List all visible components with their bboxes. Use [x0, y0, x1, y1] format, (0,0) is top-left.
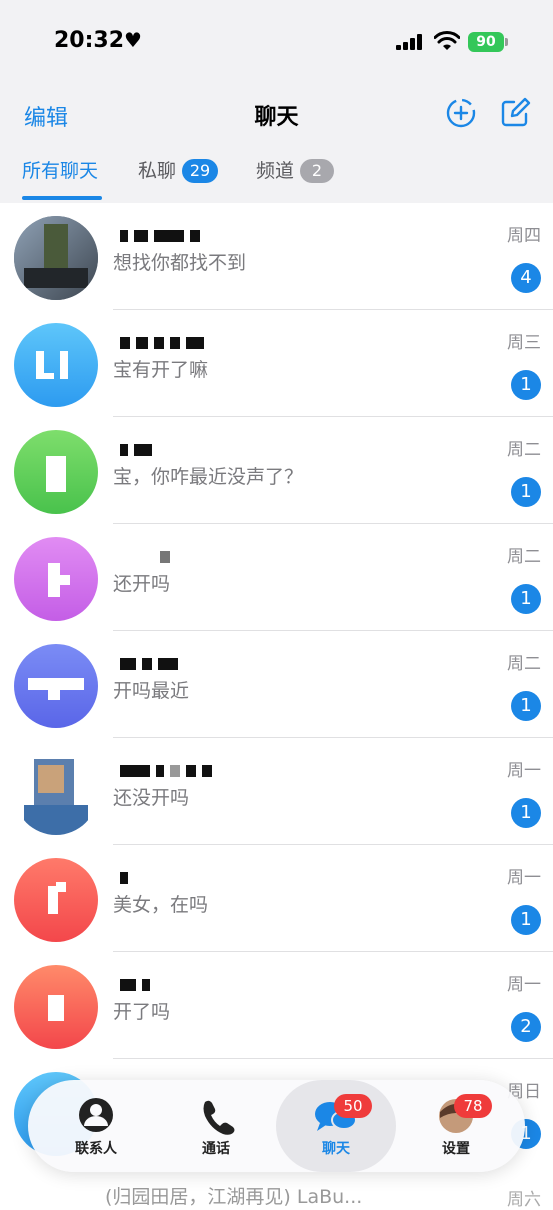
message-preview: 开了吗: [113, 1001, 171, 1023]
chat-row[interactable]: 还开吗 周二 1: [0, 524, 553, 631]
unread-badge: 1: [511, 798, 541, 828]
avatar: [14, 537, 98, 621]
avatar: [14, 323, 98, 407]
message-preview: 想找你都找不到: [113, 252, 247, 274]
tab-private-label: 私聊: [138, 160, 177, 182]
chat-row[interactable]: 开吗最近 周二 1: [0, 631, 553, 738]
message-preview: 还开吗: [113, 573, 171, 595]
unread-badge: 1: [511, 477, 541, 507]
status-bar: 20:32 ♥ 90: [0, 26, 553, 60]
message-day: 周一: [507, 975, 541, 995]
unread-badge: 1: [511, 691, 541, 721]
battery-indicator: 90: [468, 32, 504, 52]
partial-chat-day: 周六: [507, 1190, 541, 1210]
message-preview: 开吗最近: [113, 680, 190, 702]
avatar: [14, 751, 98, 835]
redacted-name: [120, 974, 156, 992]
tab-settings-badge: 78: [454, 1094, 492, 1118]
contacts-icon: [79, 1098, 113, 1132]
top-area: 20:32 ♥ 90 聊天 编辑 所有聊天 私聊 29 频道 2: [0, 0, 553, 203]
tab-calls[interactable]: 通话: [156, 1080, 276, 1172]
tab-all-chats-label: 所有聊天: [22, 160, 99, 182]
avatar: [14, 858, 98, 942]
new-story-icon[interactable]: [444, 96, 478, 130]
tab-channels-label: 频道: [256, 160, 295, 182]
message-day: 周一: [507, 868, 541, 888]
tab-channels[interactable]: 频道 2: [256, 156, 335, 183]
wifi-icon: [434, 31, 460, 50]
message-day: 周一: [507, 761, 541, 781]
redacted-name: [120, 760, 218, 778]
battery-tip: [505, 38, 508, 46]
unread-badge: 4: [511, 263, 541, 293]
tab-settings[interactable]: 78 设置: [396, 1080, 516, 1172]
redacted-name: [120, 546, 176, 564]
unread-badge: 1: [511, 584, 541, 614]
status-time: 20:32: [54, 28, 125, 53]
tab-contacts-label: 联系人: [75, 1141, 117, 1157]
redacted-name: [120, 867, 134, 885]
tab-chats-badge: 50: [334, 1094, 372, 1118]
unread-badge: 1: [511, 905, 541, 935]
bottom-tab-bar: 联系人 通话 50 聊天 78 设置: [28, 1080, 525, 1172]
chat-row[interactable]: 美女，在吗 周一 1: [0, 845, 553, 952]
avatar: [14, 965, 98, 1049]
battery-level: 90: [476, 34, 496, 50]
message-preview: 宝，你咋最近没声了？: [113, 466, 304, 488]
redacted-name: [120, 439, 158, 457]
active-tab-indicator: [22, 196, 102, 200]
tab-calls-label: 通话: [202, 1141, 230, 1157]
tab-chats[interactable]: 50 聊天: [276, 1080, 396, 1172]
avatar: [14, 644, 98, 728]
chat-row[interactable]: 想找你都找不到 周四 4: [0, 203, 553, 310]
chat-row[interactable]: 还没开吗 周一 1: [0, 738, 553, 845]
tab-chats-label: 聊天: [322, 1141, 350, 1157]
tab-private-chats[interactable]: 私聊 29: [138, 156, 219, 183]
redacted-name: [120, 225, 206, 243]
edit-button[interactable]: 编辑: [24, 100, 68, 132]
redacted-name: [120, 653, 184, 671]
tab-settings-label: 设置: [442, 1141, 470, 1157]
redacted-name: [120, 332, 210, 350]
message-preview: 美女，在吗: [113, 894, 209, 916]
chat-row[interactable]: 宝有开了嘛 周三 1: [0, 310, 553, 417]
message-day: 周二: [507, 654, 541, 674]
message-preview: 宝有开了嘛: [113, 359, 209, 381]
tab-all-chats[interactable]: 所有聊天: [22, 156, 98, 183]
chat-row[interactable]: 开了吗 周一 2: [0, 952, 553, 1059]
chat-list: 想找你都找不到 周四 4 宝有开了嘛 周三 1 宝，你咋最近没声了？ 周二 1 …: [0, 203, 553, 1166]
partial-chat-preview: (归园田居，江湖再见) LaBu...: [105, 1186, 363, 1208]
compose-icon[interactable]: [498, 96, 532, 130]
nav-bar: 聊天 编辑: [0, 90, 553, 136]
message-day: 周二: [507, 547, 541, 567]
message-day: 周二: [507, 440, 541, 460]
tab-contacts[interactable]: 联系人: [36, 1080, 156, 1172]
message-preview: 还没开吗: [113, 787, 190, 809]
message-day: 周四: [507, 226, 541, 246]
chat-row[interactable]: 宝，你咋最近没声了？ 周二 1: [0, 417, 553, 524]
avatar: [14, 430, 98, 514]
heart-icon: ♥: [124, 28, 142, 52]
cellular-signal-icon: [396, 34, 422, 50]
tab-private-badge: 29: [182, 159, 219, 183]
unread-badge: 2: [511, 1012, 541, 1042]
unread-badge: 1: [511, 370, 541, 400]
avatar: [14, 216, 98, 300]
message-day: 周三: [507, 333, 541, 353]
phone-icon: [203, 1100, 235, 1135]
tab-channels-badge: 2: [300, 159, 335, 183]
